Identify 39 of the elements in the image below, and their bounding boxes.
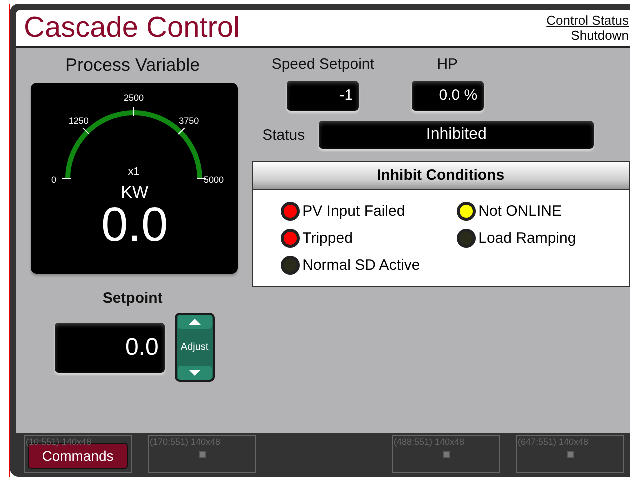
- gauge-tick: [196, 178, 207, 180]
- gauge-multiplier: x1: [128, 166, 140, 178]
- status-label: Status: [262, 126, 306, 144]
- placeholder-icon: [442, 451, 450, 458]
- panel-title: Inhibit Conditions: [252, 162, 629, 190]
- down-arrow-icon: [188, 370, 201, 376]
- up-arrow-icon: [188, 319, 201, 325]
- control-status-value: Shutdown: [571, 28, 629, 43]
- condition-label: Not ONLINE: [478, 203, 562, 220]
- placeholder-icon: [198, 451, 206, 458]
- hp-field: 0.0 %: [412, 81, 484, 111]
- adjust-label: Adjust: [180, 342, 209, 353]
- status-field: Inhibited: [319, 121, 594, 149]
- gauge-unit: KW: [121, 183, 148, 203]
- gauge-tick: [62, 178, 72, 180]
- control-status-link[interactable]: Control Status: [546, 13, 629, 28]
- gauge-tick: [134, 106, 135, 116]
- speed-setpoint-label: Speed Setpoint: [272, 56, 374, 73]
- gauge-tick-label: 0: [52, 175, 57, 183]
- gauge-tick-label: 1250: [69, 116, 90, 126]
- hp-label: HP: [437, 56, 458, 73]
- placeholder-icon: [566, 451, 574, 458]
- setpoint-field[interactable]: 0.0: [54, 322, 165, 372]
- decrease-button[interactable]: [178, 366, 212, 380]
- condition-label: Tripped: [302, 230, 353, 247]
- window-title: Cascade Control: [23, 11, 240, 46]
- gauge-tick: [178, 128, 186, 135]
- speed-setpoint-field: -1: [287, 81, 360, 111]
- increase-button[interactable]: [178, 315, 212, 329]
- condition-label: PV Input Failed: [302, 203, 406, 220]
- gauge-tick: [82, 128, 90, 135]
- process-variable-value: 0.0: [101, 203, 168, 249]
- gauge-tick-label: 2500: [124, 93, 144, 103]
- setpoint-label: Setpoint: [102, 290, 163, 307]
- gauge-tick-label: 5000: [204, 175, 224, 183]
- gauge-tick-label: 3750: [179, 116, 200, 126]
- condition-label: Normal SD Active: [302, 257, 420, 274]
- condition-label: Load Ramping: [478, 230, 576, 247]
- process-variable-title: Process Variable: [65, 55, 200, 76]
